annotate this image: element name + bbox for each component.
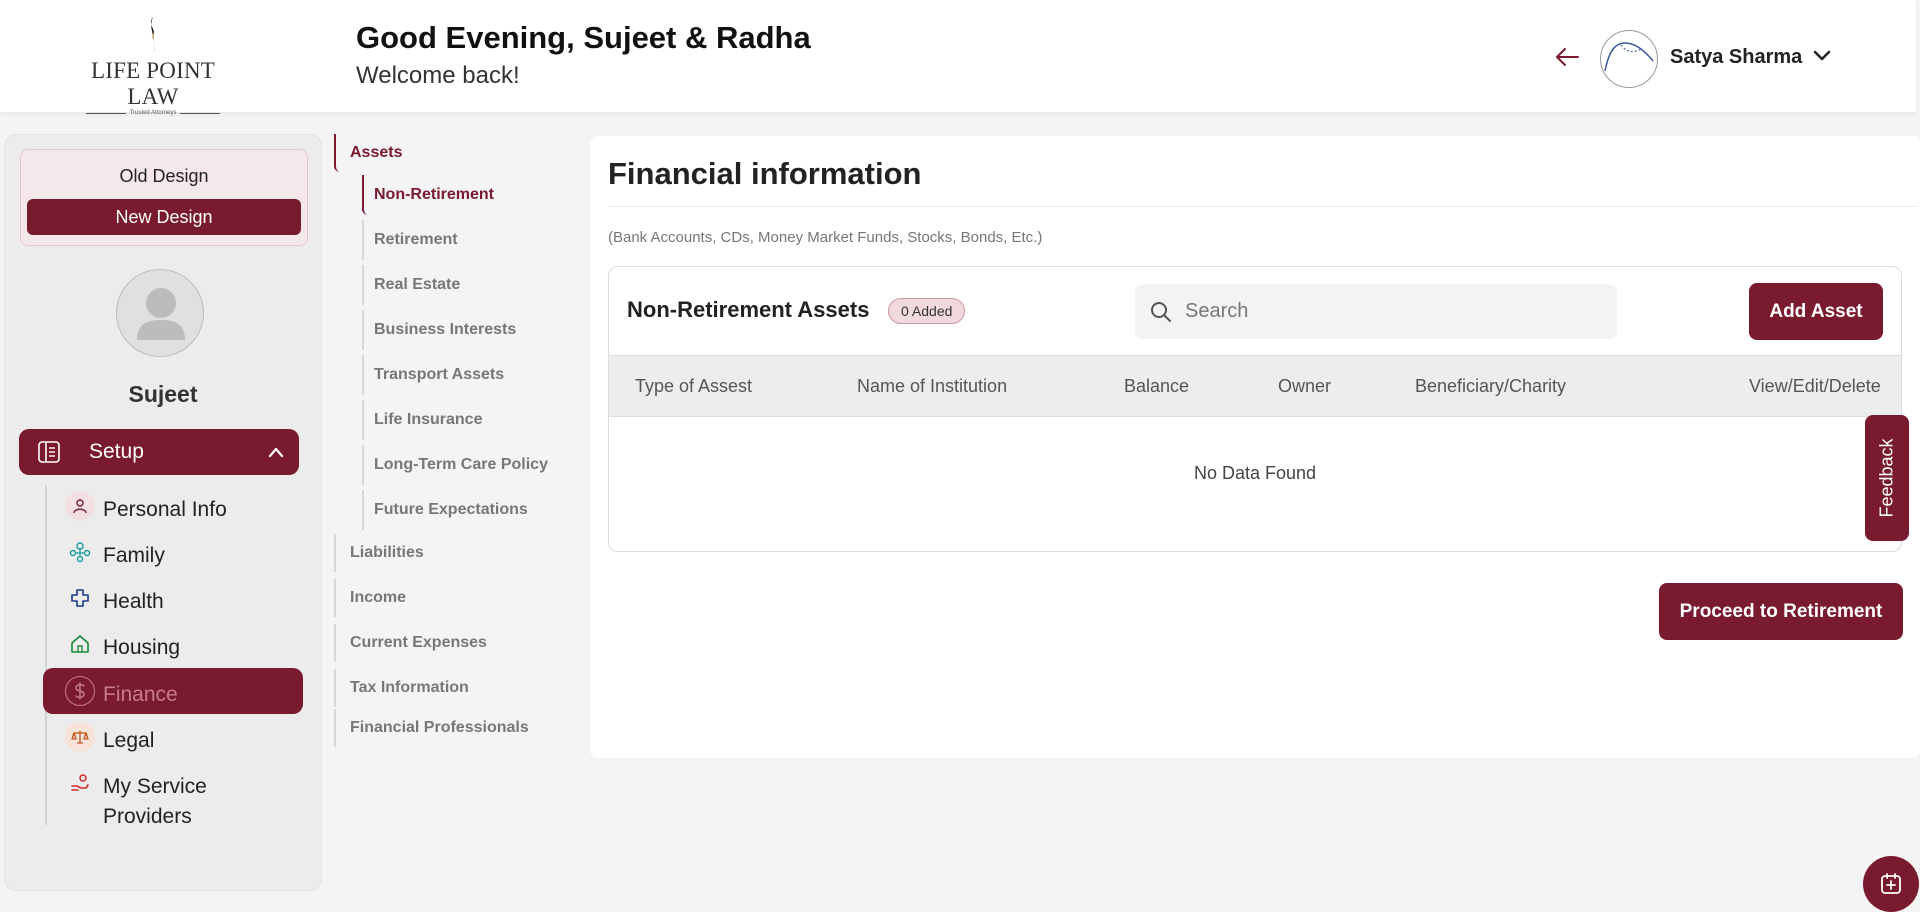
- sidebar-item-legal[interactable]: Legal: [43, 714, 303, 760]
- subnav-long-term-care-policy[interactable]: Long-Term Care Policy: [362, 445, 562, 485]
- scales-icon: [65, 722, 95, 752]
- logo-tagline: Trusted Attorneys: [129, 110, 177, 116]
- finance-subnav: Assets Non-Retirement Retirement Real Es…: [334, 134, 564, 754]
- flame-logo-icon: [150, 17, 155, 54]
- search-field[interactable]: [1135, 284, 1617, 339]
- sidebar-item-label: Finance: [103, 683, 178, 706]
- welcome-text: Welcome back!: [356, 62, 520, 89]
- setup-label: Setup: [89, 440, 144, 463]
- subnav-financial-professionals[interactable]: Financial Professionals: [334, 709, 554, 747]
- chevron-up-icon: [268, 447, 284, 458]
- column-header: View/Edit/Delete: [1749, 376, 1881, 396]
- column-header: Balance: [1124, 376, 1190, 396]
- design-switcher: Old Design New Design: [20, 149, 308, 246]
- left-sidebar: Old Design New Design Sujeet Setup Perso…: [4, 134, 322, 891]
- calendar-add-button[interactable]: [1863, 856, 1919, 912]
- sidebar-item-health[interactable]: Health: [43, 575, 303, 621]
- chevron-down-icon[interactable]: [1812, 48, 1832, 64]
- count-badge: 0 Added: [888, 298, 966, 324]
- add-asset-button[interactable]: Add Asset: [1749, 283, 1883, 340]
- setup-toggle-button[interactable]: Setup: [19, 429, 299, 475]
- avatar-image-icon: [1604, 42, 1654, 72]
- proceed-button[interactable]: Proceed to Retirement: [1659, 583, 1903, 640]
- sidebar-item-label: Personal Info: [103, 498, 227, 521]
- column-header: Name of Institution: [857, 376, 1008, 396]
- table-header: Type of Assest Name of Institution Balan…: [609, 355, 1901, 417]
- subnav-liabilities[interactable]: Liabilities: [334, 534, 554, 572]
- subnav-retirement[interactable]: Retirement: [362, 220, 562, 260]
- service-hand-icon: [65, 768, 95, 798]
- person-silhouette-icon: [137, 288, 185, 340]
- sidebar-item-label: Family: [103, 544, 165, 567]
- sidebar-item-finance[interactable]: Finance: [43, 668, 303, 714]
- subnav-income[interactable]: Income: [334, 579, 554, 617]
- sidebar-item-housing[interactable]: Housing: [43, 621, 303, 667]
- column-header: Beneficiary/Charity: [1415, 376, 1567, 396]
- subnav-business-interests[interactable]: Business Interests: [362, 310, 562, 350]
- feedback-label: Feedback: [1876, 438, 1897, 518]
- empty-state-text: No Data Found: [1193, 463, 1317, 483]
- document-icon: [38, 441, 60, 463]
- assets-table-card: Non-Retirement Assets 0 Added Add Asset …: [608, 266, 1902, 552]
- user-name[interactable]: Satya Sharma: [1670, 46, 1802, 69]
- greeting-title: Good Evening, Sujeet & Radha: [356, 20, 811, 55]
- top-header: LIFE POINT LAW Trusted Attorneys Good Ev…: [0, 0, 1916, 116]
- column-header: Type of Assest: [635, 376, 753, 396]
- column-header: Owner: [1278, 376, 1332, 396]
- profile-name: Sujeet: [128, 381, 198, 407]
- profile-avatar: [116, 269, 204, 357]
- sidebar-item-label: Legal: [103, 729, 155, 752]
- feedback-tab[interactable]: Feedback: [1865, 415, 1909, 541]
- user-avatar[interactable]: [1600, 30, 1658, 88]
- sidebar-item-label: Housing: [103, 636, 181, 659]
- search-input[interactable]: [1185, 292, 1605, 330]
- calendar-plus-icon: [1881, 873, 1901, 894]
- subnav-current-expenses[interactable]: Current Expenses: [334, 624, 554, 662]
- sidebar-item-label: My Service Providers: [103, 775, 207, 828]
- logo[interactable]: LIFE POINT LAW Trusted Attorneys: [68, 16, 238, 116]
- sidebar-item-personal-info[interactable]: Personal Info: [43, 483, 303, 529]
- page-subtitle: (Bank Accounts, CDs, Money Market Funds,…: [608, 229, 1043, 246]
- page-title: Financial information: [608, 156, 922, 191]
- health-cross-icon: [65, 583, 95, 613]
- dollar-icon: [65, 676, 95, 706]
- subnav-future-expectations[interactable]: Future Expectations: [362, 490, 562, 530]
- sidebar-item-my-service-providers[interactable]: My Service Providers: [43, 760, 303, 828]
- old-design-button[interactable]: Old Design: [21, 166, 307, 187]
- sidebar-item-label: Health: [103, 590, 164, 613]
- logo-text: LIFE POINT LAW: [90, 58, 216, 109]
- table-title: Non-Retirement Assets: [627, 297, 870, 322]
- subnav-life-insurance[interactable]: Life Insurance: [362, 400, 562, 440]
- subnav-assets[interactable]: Assets: [334, 134, 554, 172]
- back-arrow-icon[interactable]: [1554, 46, 1580, 68]
- subnav-real-estate[interactable]: Real Estate: [362, 265, 562, 305]
- home-icon: [65, 629, 95, 659]
- new-design-button[interactable]: New Design: [27, 199, 301, 235]
- subnav-non-retirement[interactable]: Non-Retirement: [362, 175, 562, 215]
- search-icon: [1151, 302, 1171, 322]
- family-icon: [65, 537, 95, 567]
- subnav-tax-information[interactable]: Tax Information: [334, 669, 554, 707]
- subnav-transport-assets[interactable]: Transport Assets: [362, 355, 562, 395]
- sidebar-item-family[interactable]: Family: [43, 529, 303, 575]
- main-content: Financial information (Bank Accounts, CD…: [590, 136, 1920, 758]
- person-icon: [65, 491, 95, 521]
